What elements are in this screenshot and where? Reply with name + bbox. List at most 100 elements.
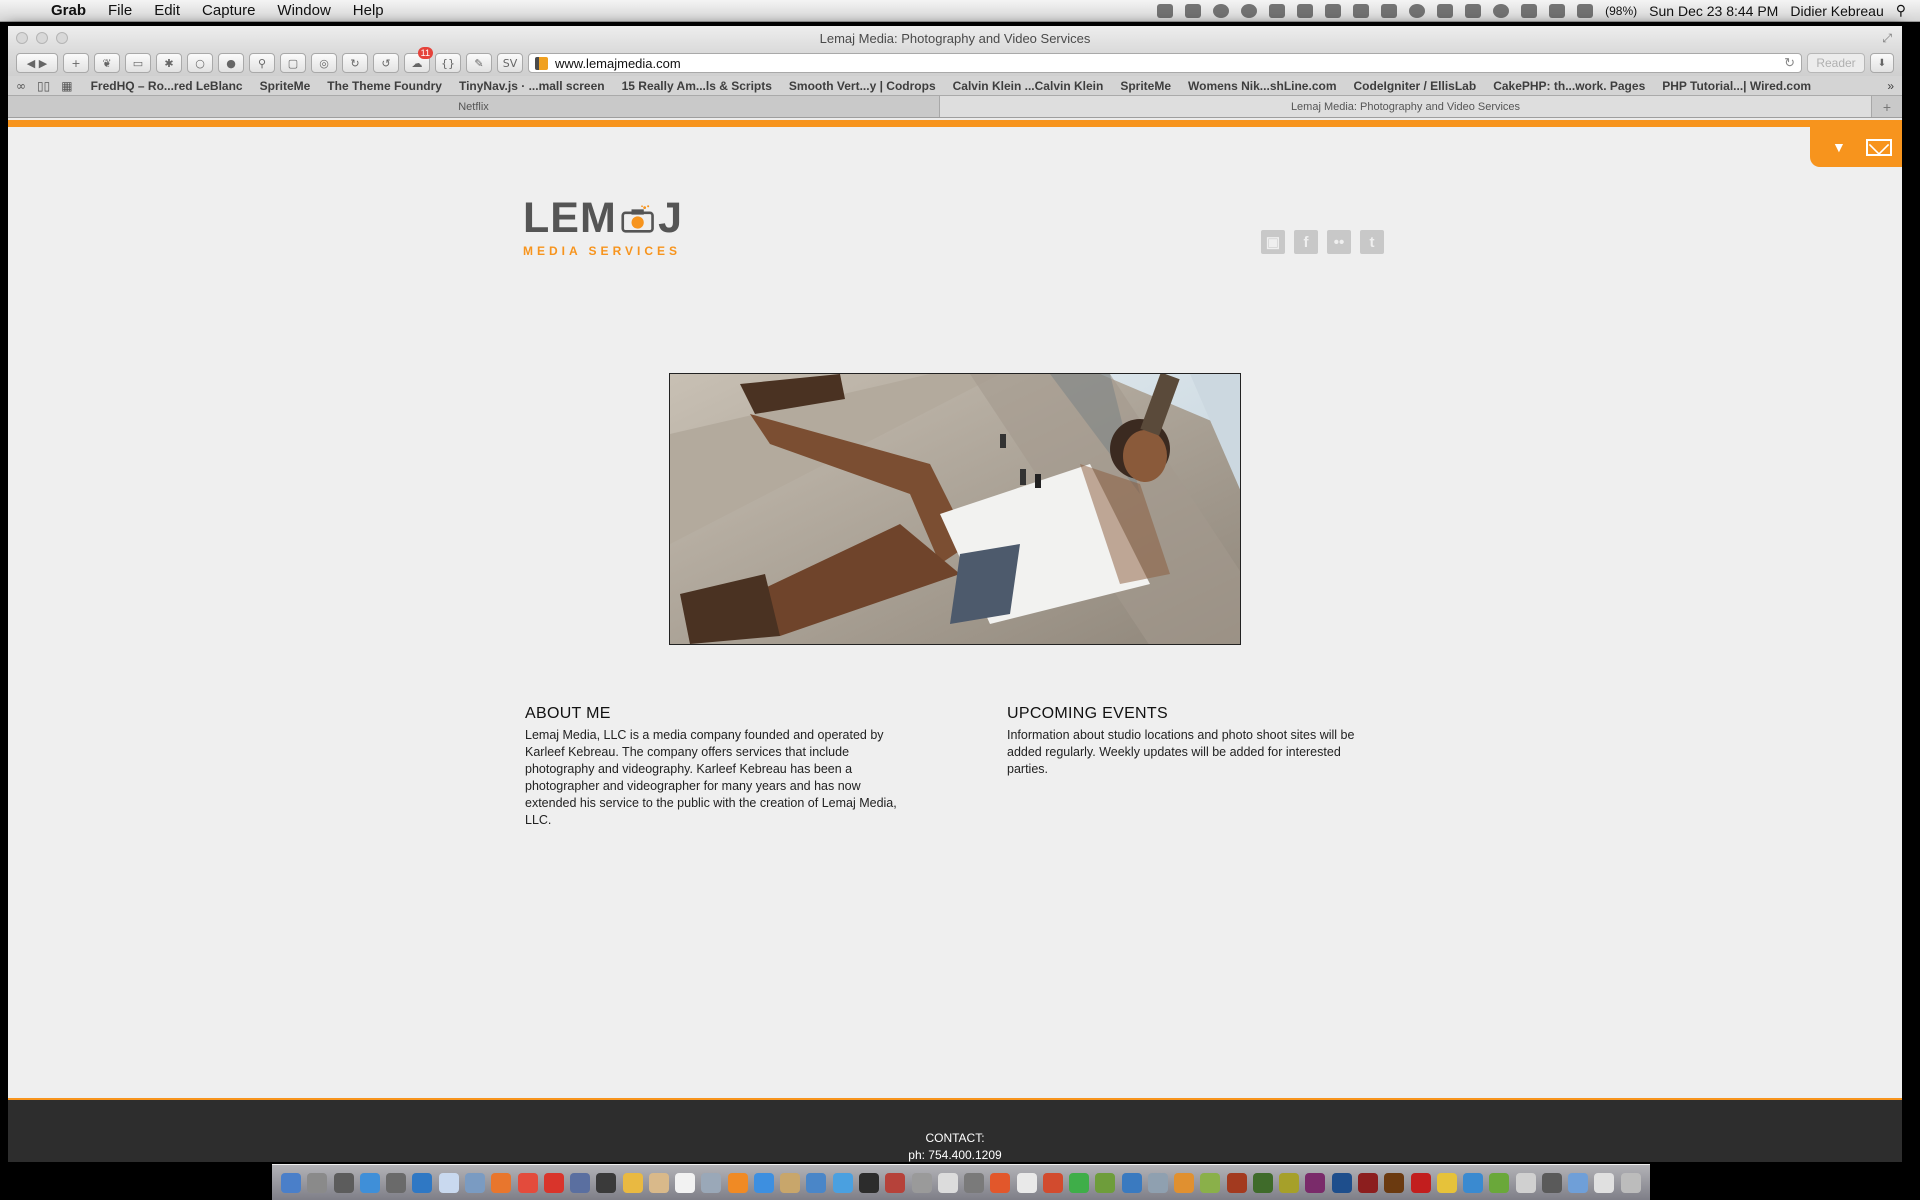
add-bookmark-button[interactable]: + xyxy=(63,53,89,73)
launchpad-icon[interactable] xyxy=(307,1172,328,1193)
extension-leaf-icon[interactable]: ❦ xyxy=(94,53,120,73)
top-sites-grid-icon[interactable]: ▦ xyxy=(61,79,72,93)
app-icon[interactable] xyxy=(911,1172,932,1193)
battery-icon[interactable] xyxy=(1577,3,1594,18)
menu-app-name[interactable]: Grab xyxy=(40,2,97,19)
clock[interactable]: Sun Dec 23 8:44 PM xyxy=(1649,3,1778,19)
time-machine-icon[interactable] xyxy=(1493,3,1510,18)
acrobat-icon[interactable] xyxy=(1410,1172,1431,1193)
documents-icon[interactable] xyxy=(1594,1172,1615,1193)
close-window-button[interactable] xyxy=(16,32,28,44)
facebook-icon[interactable]: f xyxy=(1294,230,1318,254)
extension-tools-icon[interactable]: ✱ xyxy=(156,53,182,73)
vlc-icon[interactable] xyxy=(727,1172,748,1193)
dreamweaver-icon[interactable] xyxy=(1252,1172,1273,1193)
trash-icon[interactable] xyxy=(1620,1172,1641,1193)
menu-help[interactable]: Help xyxy=(342,2,395,19)
new-tab-button[interactable]: + xyxy=(1872,96,1902,117)
contact-dropdown-tab[interactable]: ▼ xyxy=(1810,127,1902,167)
bookmark-item[interactable]: CodeIgniter / EllisLab xyxy=(1354,79,1477,93)
notes-icon[interactable] xyxy=(622,1172,643,1193)
back-forward-buttons[interactable]: ◀ ▶ xyxy=(16,53,58,73)
image-icon[interactable]: ▣ xyxy=(1261,230,1285,254)
dropbox-icon[interactable] xyxy=(1185,3,1202,18)
app-icon[interactable] xyxy=(1463,1172,1484,1193)
mouse-icon[interactable] xyxy=(1213,3,1230,18)
status-app-icon[interactable] xyxy=(1353,3,1370,18)
downloads-icon[interactable]: ⬇ xyxy=(1870,53,1894,73)
tab-netflix[interactable]: Netflix xyxy=(8,96,940,117)
itunes-icon[interactable] xyxy=(832,1172,853,1193)
zoom-window-button[interactable] xyxy=(56,32,68,44)
triangle-down-icon[interactable]: ▼ xyxy=(1832,139,1846,155)
app-icon[interactable] xyxy=(885,1172,906,1193)
bookmark-item[interactable]: The Theme Foundry xyxy=(327,79,442,93)
app-icon[interactable] xyxy=(1016,1172,1037,1193)
chat-icon[interactable] xyxy=(1409,3,1426,18)
app-icon[interactable] xyxy=(648,1172,669,1193)
extension-bag-icon[interactable]: ▢ xyxy=(280,53,306,73)
extension-cloud-icon[interactable]: ☁ 11 xyxy=(404,47,433,73)
spotlight-search-icon[interactable]: ⚲ xyxy=(1896,2,1906,19)
app-icon[interactable] xyxy=(1541,1172,1562,1193)
app-icon[interactable] xyxy=(1147,1172,1168,1193)
quicksilver-icon[interactable] xyxy=(1241,3,1258,18)
calendar-icon[interactable] xyxy=(675,1172,696,1193)
extension-css-icon[interactable]: ✎ xyxy=(466,53,492,73)
app-icon[interactable] xyxy=(806,1172,827,1193)
app-icon[interactable] xyxy=(333,1172,354,1193)
app-icon[interactable] xyxy=(1042,1172,1063,1193)
home-icon[interactable] xyxy=(1325,3,1342,18)
illustrator-icon[interactable] xyxy=(1384,1172,1405,1193)
menu-file[interactable]: File xyxy=(97,2,143,19)
bookmark-item[interactable]: TinyNav.js · ...mall screen xyxy=(459,79,605,93)
reader-button[interactable]: Reader xyxy=(1807,53,1865,73)
extension-braces-button[interactable]: {} xyxy=(435,53,461,73)
fireworks-icon[interactable] xyxy=(1279,1172,1300,1193)
minimize-window-button[interactable] xyxy=(36,32,48,44)
app-icon[interactable] xyxy=(412,1172,433,1193)
extension-pin-icon[interactable]: ⚲ xyxy=(249,53,275,73)
bridge-icon[interactable] xyxy=(1226,1172,1247,1193)
envelope-icon[interactable] xyxy=(1866,138,1892,156)
flash-icon[interactable] xyxy=(1358,1172,1379,1193)
reading-list-icon[interactable]: ∞ xyxy=(16,79,26,93)
bookmark-item[interactable]: Womens Nik...shLine.com xyxy=(1188,79,1336,93)
safari-icon[interactable] xyxy=(359,1172,380,1193)
app-icon[interactable] xyxy=(1515,1172,1536,1193)
bluetooth-icon[interactable] xyxy=(1437,3,1454,18)
menu-window[interactable]: Window xyxy=(266,2,341,19)
finder-icon[interactable] xyxy=(281,1172,302,1193)
bookmark-item[interactable]: 15 Really Am...ls & Scripts xyxy=(622,79,772,93)
indesign-icon[interactable] xyxy=(1305,1172,1326,1193)
bookmarks-book-icon[interactable]: ▯▯ xyxy=(37,79,50,93)
photoshop-icon[interactable] xyxy=(1331,1172,1352,1193)
status-app-icon[interactable] xyxy=(1269,3,1286,18)
app-icon[interactable] xyxy=(1489,1172,1510,1193)
extension-refresh-icon[interactable]: ↻ xyxy=(342,53,368,73)
app-icon[interactable] xyxy=(596,1172,617,1193)
bookmark-item[interactable]: Calvin Klein ...Calvin Klein xyxy=(953,79,1104,93)
extension-history-icon[interactable]: ↺ xyxy=(373,53,399,73)
footer-phone[interactable]: ph: 754.400.1209 xyxy=(8,1147,1902,1162)
app-icon[interactable] xyxy=(386,1172,407,1193)
app-icon[interactable] xyxy=(1174,1172,1195,1193)
volume-icon[interactable] xyxy=(1549,3,1566,18)
app-icon[interactable] xyxy=(701,1172,722,1193)
opera-icon[interactable] xyxy=(543,1172,564,1193)
firefox-icon[interactable] xyxy=(491,1172,512,1193)
flickr-icon[interactable]: •• xyxy=(1327,230,1351,254)
fullscreen-icon[interactable]: ⤢ xyxy=(1882,31,1892,46)
reload-icon[interactable]: ↻ xyxy=(1784,55,1795,71)
app-icon[interactable] xyxy=(780,1172,801,1193)
app-icon[interactable] xyxy=(964,1172,985,1193)
user-name[interactable]: Didier Kebreau xyxy=(1790,3,1883,19)
app-icon[interactable] xyxy=(570,1172,591,1193)
url-text[interactable]: www.lemajmedia.com xyxy=(555,56,681,71)
chrome-icon[interactable] xyxy=(517,1172,538,1193)
app-icon[interactable] xyxy=(1121,1172,1142,1193)
app-icon[interactable] xyxy=(1069,1172,1090,1193)
status-app-icon[interactable] xyxy=(1297,3,1314,18)
bookmark-item[interactable]: Smooth Vert...y | Codrops xyxy=(789,79,936,93)
app-icon[interactable] xyxy=(937,1172,958,1193)
